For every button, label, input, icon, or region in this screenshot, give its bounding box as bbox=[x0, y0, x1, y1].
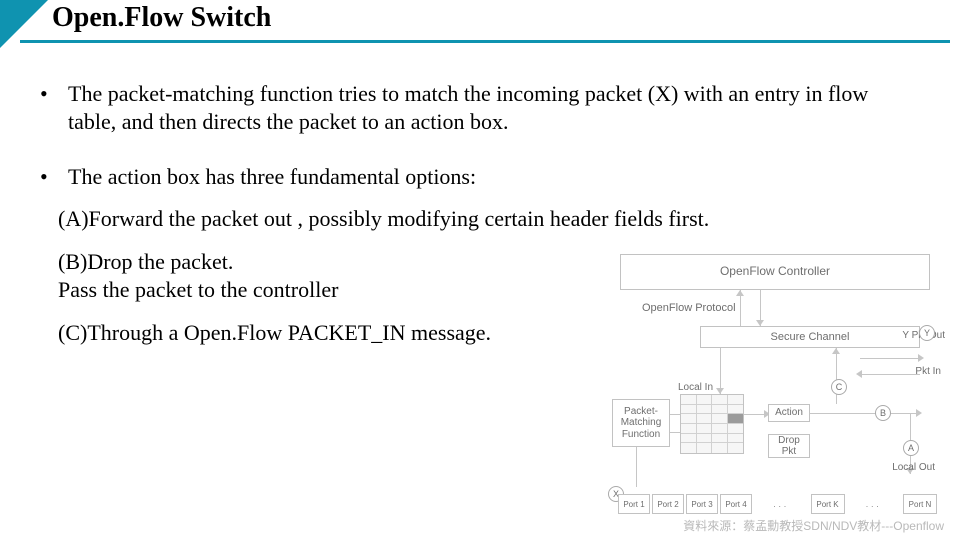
circle-y: Y bbox=[919, 325, 935, 341]
local-in-label: Local In bbox=[678, 382, 713, 393]
circle-c: C bbox=[831, 379, 847, 395]
port-n: Port N bbox=[903, 494, 937, 514]
footer-source: 資料來源：蔡孟勳教授SDN/NDV教材---Openflow bbox=[683, 517, 944, 534]
port-ellipsis-2: ... bbox=[847, 494, 902, 514]
option-a: (A)Forward the packet out , possibly mod… bbox=[58, 205, 914, 233]
drop-pkt-box: Drop Pkt bbox=[768, 434, 810, 458]
bullet-1: The packet-matching function tries to ma… bbox=[46, 80, 914, 135]
pkt-in-label: Pkt In bbox=[915, 366, 941, 377]
title-underline bbox=[20, 40, 950, 43]
port-2: Port 2 bbox=[652, 494, 684, 514]
port-bar: Port 1 Port 2 Port 3 Port 4 ... Port K .… bbox=[618, 494, 937, 514]
local-out-label: Local Out bbox=[892, 462, 935, 473]
flow-table bbox=[680, 394, 744, 454]
port-k: Port K bbox=[811, 494, 845, 514]
circle-a: A bbox=[903, 440, 919, 456]
packet-matching-function-box: Packet- Matching Function bbox=[612, 399, 670, 447]
openflow-diagram: OpenFlow Controller OpenFlow Protocol Se… bbox=[610, 254, 945, 514]
port-3: Port 3 bbox=[686, 494, 718, 514]
circle-b: B bbox=[875, 405, 891, 421]
port-ellipsis-1: ... bbox=[754, 494, 809, 514]
port-4: Port 4 bbox=[720, 494, 752, 514]
title-bar: Open.Flow Switch bbox=[0, 0, 960, 48]
protocol-label: OpenFlow Protocol bbox=[642, 302, 736, 314]
secure-channel-box: Secure Channel bbox=[700, 326, 920, 348]
port-1: Port 1 bbox=[618, 494, 650, 514]
slide-title: Open.Flow Switch bbox=[52, 2, 271, 34]
bullet-2: The action box has three fundamental opt… bbox=[46, 163, 914, 191]
action-box: Action bbox=[768, 404, 810, 422]
controller-box: OpenFlow Controller bbox=[620, 254, 930, 290]
